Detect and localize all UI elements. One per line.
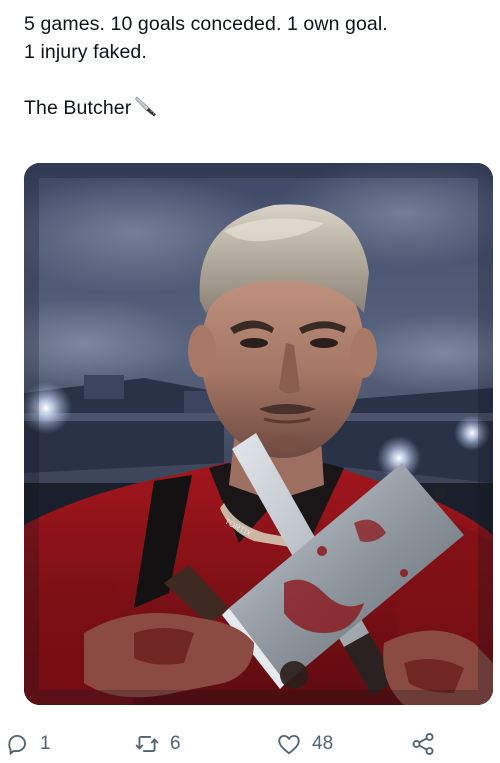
like-button[interactable]: 48 <box>276 726 333 762</box>
heart-icon <box>278 734 300 755</box>
post-caption: The Butcher <box>24 94 494 126</box>
reply-icon <box>8 734 26 755</box>
butcher-illustration: TORTIX <box>24 163 493 705</box>
post-card: 5 games. 10 goals conceded. 1 own goal. … <box>0 0 500 763</box>
knife-icon <box>134 94 160 126</box>
post-text-spacer <box>24 66 494 94</box>
like-count: 48 <box>312 733 334 754</box>
repost-button[interactable]: 6 <box>134 726 181 762</box>
repost-count: 6 <box>170 733 181 754</box>
action-bar: 1 6 48 <box>0 726 500 762</box>
reply-button[interactable]: 1 <box>4 726 51 762</box>
share-icon <box>412 733 434 755</box>
share-button[interactable] <box>410 726 436 762</box>
post-text-line-1: 5 games. 10 goals conceded. 1 own goal. <box>24 13 388 35</box>
reply-count: 1 <box>40 733 51 754</box>
post-image[interactable]: TORTIX <box>24 163 493 705</box>
repost-icon <box>135 736 159 752</box>
post-caption-text: The Butcher <box>24 97 132 119</box>
post-text-line-2: 1 injury faked. <box>24 41 147 63</box>
post-text: 5 games. 10 goals conceded. 1 own goal. … <box>24 10 494 126</box>
